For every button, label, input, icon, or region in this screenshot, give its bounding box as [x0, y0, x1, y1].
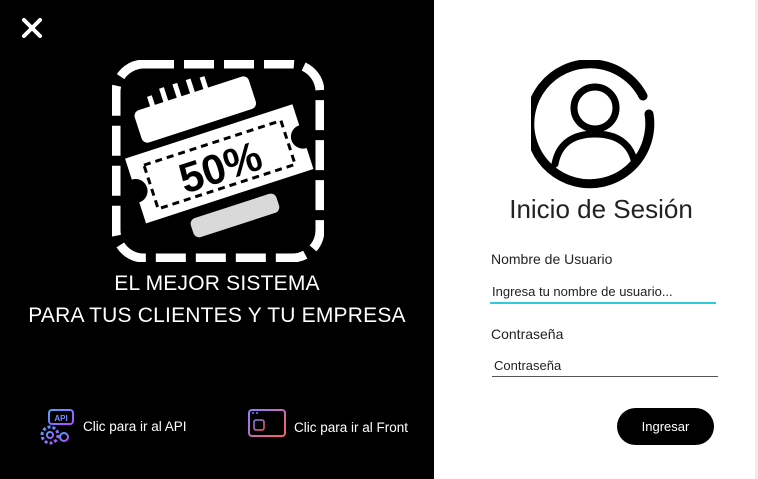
tagline-line2: PARA TUS CLIENTES Y TU EMPRESA: [28, 304, 406, 327]
password-input[interactable]: [492, 354, 718, 377]
web-monitor-icon: [248, 409, 286, 445]
api-link-label: Clic para ir al API: [83, 418, 187, 434]
api-link[interactable]: API Clic para ir al API: [37, 406, 187, 446]
api-gear-icon: API: [40, 409, 74, 445]
login-title: Inicio de Sesión: [509, 194, 693, 224]
password-label: Contraseña: [491, 326, 564, 342]
login-button[interactable]: Ingresar: [617, 408, 714, 445]
username-label: Nombre de Usuario: [491, 251, 613, 267]
discount-ticket-icon: 50%: [112, 60, 324, 262]
promo-panel: 50% EL MEJOR SISTEMA PARA TUS CLIENTES Y…: [0, 0, 434, 479]
svg-text:API: API: [54, 414, 67, 423]
username-input[interactable]: [490, 280, 716, 304]
user-avatar-icon: [531, 60, 655, 189]
front-link-label: Clic para ir al Front: [294, 419, 409, 435]
tagline-line1: EL MEJOR SISTEMA: [114, 272, 320, 295]
close-icon[interactable]: [18, 14, 46, 42]
front-link[interactable]: Clic para ir al Front: [246, 406, 408, 448]
